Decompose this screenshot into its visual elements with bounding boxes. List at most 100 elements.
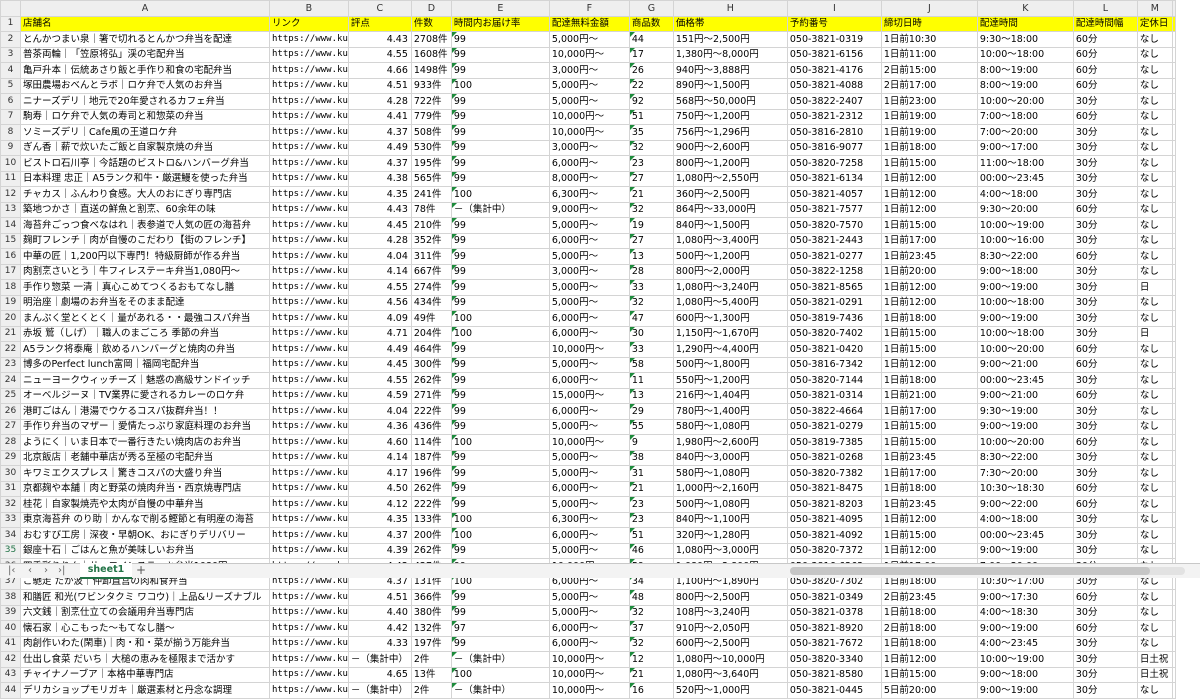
table-cell[interactable]: 60分 [1072,62,1138,79]
table-cell[interactable]: 99 [450,356,550,373]
table-cell[interactable]: 13 [628,248,674,265]
table-cell[interactable]: 4.55 [347,46,412,63]
table-cell[interactable]: 050-3821-8580 [786,666,882,683]
table-cell[interactable]: 4.49 [347,341,412,358]
empty-cell[interactable] [1171,310,1176,327]
table-cell[interactable]: 5,000円～ [548,465,630,482]
empty-cell[interactable] [1171,232,1176,249]
table-cell[interactable]: 910円～2,050円 [672,620,788,637]
table-cell[interactable]: https://www.ku [269,139,349,156]
table-cell[interactable]: 4:00～18:00 [976,186,1074,203]
table-cell[interactable]: 320円～1,280円 [672,527,788,544]
table-cell[interactable]: 4.71 [347,325,412,342]
table-cell[interactable]: 722件 [410,93,452,110]
table-cell[interactable]: なし [1136,511,1173,528]
table-cell[interactable]: 10,000円～ [548,341,630,358]
table-cell[interactable]: なし [1136,542,1173,559]
table-cell[interactable]: 99 [450,589,550,606]
table-cell[interactable]: 2件 [410,682,452,699]
table-cell[interactable]: 4.51 [347,77,412,94]
column-header-d[interactable]: D [410,0,452,17]
empty-cell[interactable] [1171,356,1176,373]
table-cell[interactable]: 050-3820-3340 [786,651,882,668]
table-cell[interactable]: 241件 [410,186,452,203]
empty-cell[interactable] [1171,604,1176,621]
empty-cell[interactable] [1171,124,1176,141]
row-number[interactable]: 30 [0,465,21,482]
empty-cell[interactable] [1171,465,1176,482]
table-cell[interactable]: 050-3821-0349 [786,589,882,606]
table-cell[interactable]: 10:00～20:00 [976,93,1074,110]
table-cell[interactable]: 151円～2,500円 [672,31,788,48]
table-cell[interactable]: 050-3821-0314 [786,387,882,404]
select-all-corner[interactable] [0,0,21,17]
table-cell[interactable]: 050-3820-7258 [786,155,882,172]
table-cell[interactable]: 1日前15:00 [880,434,978,451]
table-cell[interactable]: 10,000円～ [548,124,630,141]
add-sheet-button[interactable]: + [136,564,146,578]
table-cell[interactable]: 4.37 [347,527,412,544]
table-cell[interactable]: https://www.ku [269,589,349,606]
empty-cell[interactable] [1171,527,1176,544]
table-cell[interactable]: 4.43 [347,201,412,218]
empty-cell[interactable] [1171,62,1176,79]
table-cell[interactable]: 日土祝 [1136,651,1173,668]
table-cell[interactable]: https://www.ku [269,480,349,497]
table-cell[interactable]: 32 [628,635,674,652]
table-cell[interactable]: 9:00～19:00 [976,682,1074,699]
table-cell[interactable]: 30分 [1072,186,1138,203]
header-cell[interactable]: 配達時間幅 [1072,15,1138,32]
table-cell[interactable]: 日土祝 [1136,666,1173,683]
table-cell[interactable]: 6,000円～ [548,480,630,497]
table-cell[interactable]: 900円～2,600円 [672,139,788,156]
table-cell[interactable]: 1日前19:00 [880,108,978,125]
table-cell[interactable]: 200件 [410,527,452,544]
table-cell[interactable]: https://www.ku [269,155,349,172]
table-cell[interactable]: 4.28 [347,232,412,249]
table-cell[interactable]: チャイナノーブア｜本格中華専門店 [20,666,270,683]
table-cell[interactable]: ようにく｜いま日本で一番行きたい焼肉店のお弁当 [20,434,270,451]
table-cell[interactable]: 博多のPerfect lunch富岡｜福岡宅配弁当 [20,356,270,373]
empty-cell[interactable] [1171,15,1176,32]
table-cell[interactable]: 4.37 [347,155,412,172]
table-cell[interactable]: 4.50 [347,480,412,497]
last-sheet-icon[interactable]: ›| [58,564,65,578]
table-cell[interactable]: 1,080円～5,400円 [672,294,788,311]
table-cell[interactable]: 9:00～19:00 [976,418,1074,435]
header-cell[interactable]: リンク [269,15,349,32]
table-cell[interactable]: 30分 [1072,170,1138,187]
table-cell[interactable]: 1日前23:45 [880,496,978,513]
table-cell[interactable]: 1日前19:00 [880,124,978,141]
table-cell[interactable]: 050-3820-7382 [786,465,882,482]
table-cell[interactable]: 434件 [410,294,452,311]
table-cell[interactable]: 4.38 [347,170,412,187]
table-cell[interactable]: 桂花｜自家製焼売や太肉が自慢の中華弁当 [20,496,270,513]
table-cell[interactable]: 99 [450,403,550,420]
table-cell[interactable]: なし [1136,93,1173,110]
table-cell[interactable]: 1608件 [410,46,452,63]
table-cell[interactable]: 普茶両輪｜「笠原将弘」渓の宅配弁当 [20,46,270,63]
table-cell[interactable]: 99 [450,139,550,156]
table-cell[interactable]: まんぷく堂とくとく｜量があれる・・最強コスパ弁当 [20,310,270,327]
empty-cell[interactable] [1171,542,1176,559]
header-cell[interactable]: 店舗名 [20,15,270,32]
table-cell[interactable]: 360円～2,500円 [672,186,788,203]
empty-cell[interactable] [1171,139,1176,156]
table-cell[interactable]: https://www.ku [269,356,349,373]
row-number[interactable]: 20 [0,310,21,327]
table-cell[interactable]: 4.37 [347,124,412,141]
table-cell[interactable]: 1,000円～2,160円 [672,480,788,497]
table-cell[interactable]: 100 [450,310,550,327]
table-cell[interactable]: 99 [450,465,550,482]
table-cell[interactable]: 262件 [410,542,452,559]
header-cell[interactable]: 時間内お届け率 [450,15,550,32]
table-cell[interactable]: なし [1136,635,1173,652]
table-cell[interactable]: 9:00～19:00 [976,620,1074,637]
table-cell[interactable]: 29 [628,403,674,420]
table-cell[interactable]: 864円～33,000円 [672,201,788,218]
table-cell[interactable]: 99 [450,279,550,296]
table-cell[interactable]: 1日前17:00 [880,403,978,420]
table-cell[interactable]: 27 [628,170,674,187]
row-number[interactable]: 6 [0,93,21,110]
table-cell[interactable]: 5,000円～ [548,93,630,110]
